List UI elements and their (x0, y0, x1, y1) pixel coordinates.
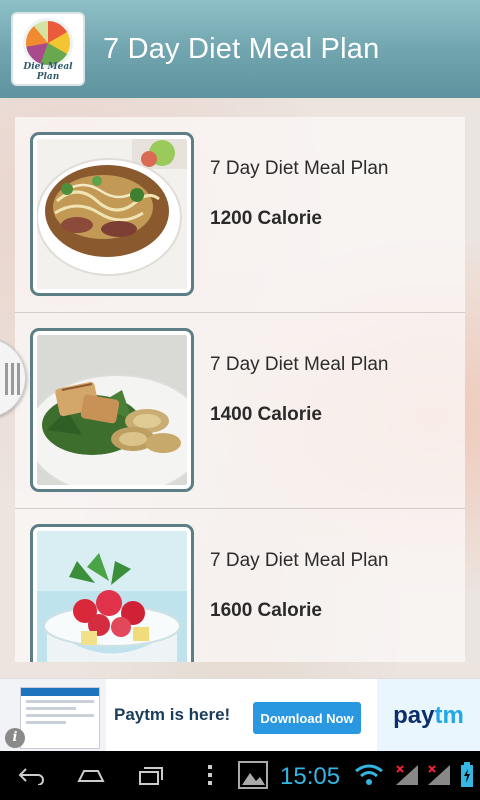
recent-apps-icon[interactable] (134, 761, 168, 789)
system-bar: 15:05 (0, 751, 480, 800)
menu-icon[interactable] (200, 761, 220, 789)
ad-logo: paytm (377, 679, 480, 752)
action-bar: Diet Meal Plan 7 Day Diet Meal Plan (0, 0, 480, 98)
list-item-thumbnail[interactable] (30, 132, 194, 296)
plate-graphic (23, 18, 73, 68)
list-item[interactable]: 7 Day Diet Meal Plan 1200 Calorie (15, 117, 465, 313)
ad-logo-part1: pay (393, 701, 435, 729)
list-item-calories: 1600 Calorie (210, 600, 322, 621)
app-icon-caption: Diet Meal Plan (23, 62, 73, 82)
list-item-title: 7 Day Diet Meal Plan (210, 550, 389, 571)
list-item-calories: 1400 Calorie (210, 404, 322, 425)
list-item-title: 7 Day Diet Meal Plan (210, 354, 389, 375)
ad-info-icon[interactable]: i (5, 728, 25, 748)
home-icon[interactable] (74, 761, 108, 789)
meal-plan-list[interactable]: 7 Day Diet Meal Plan 1200 Calorie 7 Day … (15, 117, 465, 662)
list-item-thumbnail[interactable] (30, 328, 194, 492)
berry-parfait-image (37, 531, 187, 662)
list-item[interactable]: 7 Day Diet Meal Plan 1600 Calorie (15, 509, 465, 662)
drag-handle-icon (5, 363, 20, 395)
signal-icon (392, 761, 422, 789)
page-title: 7 Day Diet Meal Plan (103, 32, 380, 65)
status-clock: 15:05 (280, 763, 341, 790)
noodle-soup-image (37, 139, 187, 289)
chicken-salad-image (37, 335, 187, 485)
list-item-thumbnail[interactable] (30, 524, 194, 662)
list-item-calories: 1200 Calorie (210, 208, 322, 229)
list-item-title: 7 Day Diet Meal Plan (210, 158, 389, 179)
wifi-icon (352, 761, 386, 789)
app-logo-icon[interactable]: Diet Meal Plan (11, 12, 85, 86)
ad-download-button[interactable]: Download Now (253, 702, 361, 734)
battery-icon (458, 761, 476, 789)
signal-icon (424, 761, 454, 789)
ad-logo-part2: tm (434, 701, 464, 729)
gallery-icon (236, 761, 270, 789)
list-item[interactable]: 7 Day Diet Meal Plan 1400 Calorie (15, 313, 465, 509)
back-icon[interactable] (14, 761, 48, 789)
ad-headline: Paytm is here! (114, 705, 231, 724)
ad-banner[interactable]: i Paytm is here! Download Now paytm (0, 678, 480, 752)
